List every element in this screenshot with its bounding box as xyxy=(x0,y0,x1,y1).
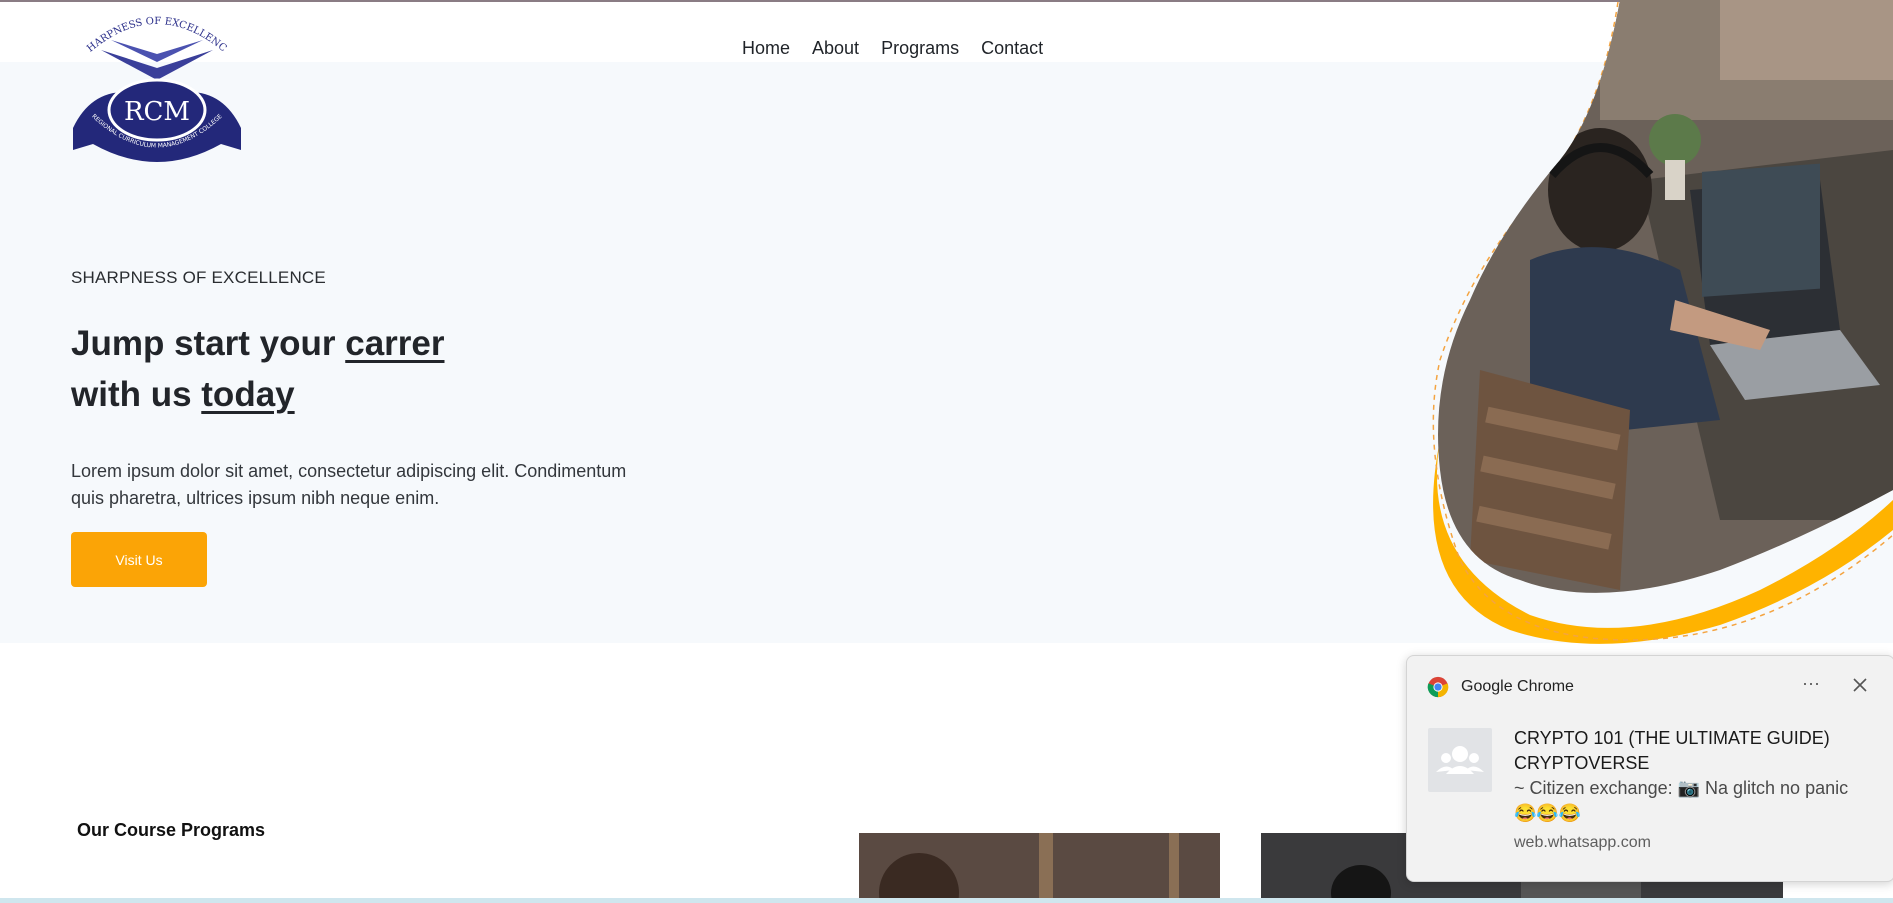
notification-title-line-2: CRYPTOVERSE xyxy=(1514,753,1650,773)
headline-underlined-1: carrer xyxy=(345,324,445,363)
hero-photo xyxy=(1432,0,1893,644)
notification-title: CRYPTO 101 (THE ULTIMATE GUIDE) CRYPTOVE… xyxy=(1514,726,1884,776)
notification-title-line-1: CRYPTO 101 (THE ULTIMATE GUIDE) xyxy=(1514,728,1830,748)
nav-home-link[interactable]: Home xyxy=(742,36,790,60)
headline-text-1: Jump start your xyxy=(71,324,346,363)
notification-header: Google Chrome xyxy=(1427,676,1574,698)
program-card-image[interactable] xyxy=(859,833,1220,903)
ellipsis-icon[interactable]: ··· xyxy=(1797,672,1825,698)
notification-body-line-1: ~ Citizen exchange: 📷 Na glitch no panic xyxy=(1514,778,1849,798)
scroll-hint-strip xyxy=(0,898,1893,903)
svg-text:SHARPNESS OF EXCELLENCE: SHARPNESS OF EXCELLENCE xyxy=(71,10,229,55)
close-icon[interactable] xyxy=(1847,672,1873,698)
nav-contact-link[interactable]: Contact xyxy=(981,36,1043,60)
svg-text:RCM: RCM xyxy=(124,97,190,127)
notification-app-name: Google Chrome xyxy=(1461,678,1574,695)
chrome-icon xyxy=(1427,676,1449,698)
headline-text-2: with us xyxy=(71,375,202,414)
hero-headline: Jump start your carrer with us today xyxy=(71,318,445,420)
notification-source: web.whatsapp.com xyxy=(1514,834,1651,851)
notification-body-line-2: 😂😂😂 xyxy=(1514,803,1582,823)
visit-us-button[interactable]: Visit Us xyxy=(71,532,207,587)
nav-about-link[interactable]: About xyxy=(812,36,859,60)
rcm-logo[interactable]: SHARPNESS OF EXCELLENCE RCM REGIONAL CUR… xyxy=(71,10,243,162)
hero-tagline: SHARPNESS OF EXCELLENCE xyxy=(71,268,326,287)
hero-description: Lorem ipsum dolor sit amet, consectetur … xyxy=(71,461,627,508)
headline-underlined-2: today xyxy=(201,375,295,414)
group-avatar-icon xyxy=(1428,728,1492,792)
nav-programs-link[interactable]: Programs xyxy=(881,36,959,60)
notification-body: ~ Citizen exchange: 📷 Na glitch no panic… xyxy=(1514,776,1884,826)
chrome-notification[interactable]: Google Chrome ··· CRYPTO 101 (THE ULTIMA… xyxy=(1406,655,1893,882)
main-nav: Home About Programs Contact xyxy=(742,36,1065,60)
section-title-programs: Our Course Programs xyxy=(77,820,266,840)
